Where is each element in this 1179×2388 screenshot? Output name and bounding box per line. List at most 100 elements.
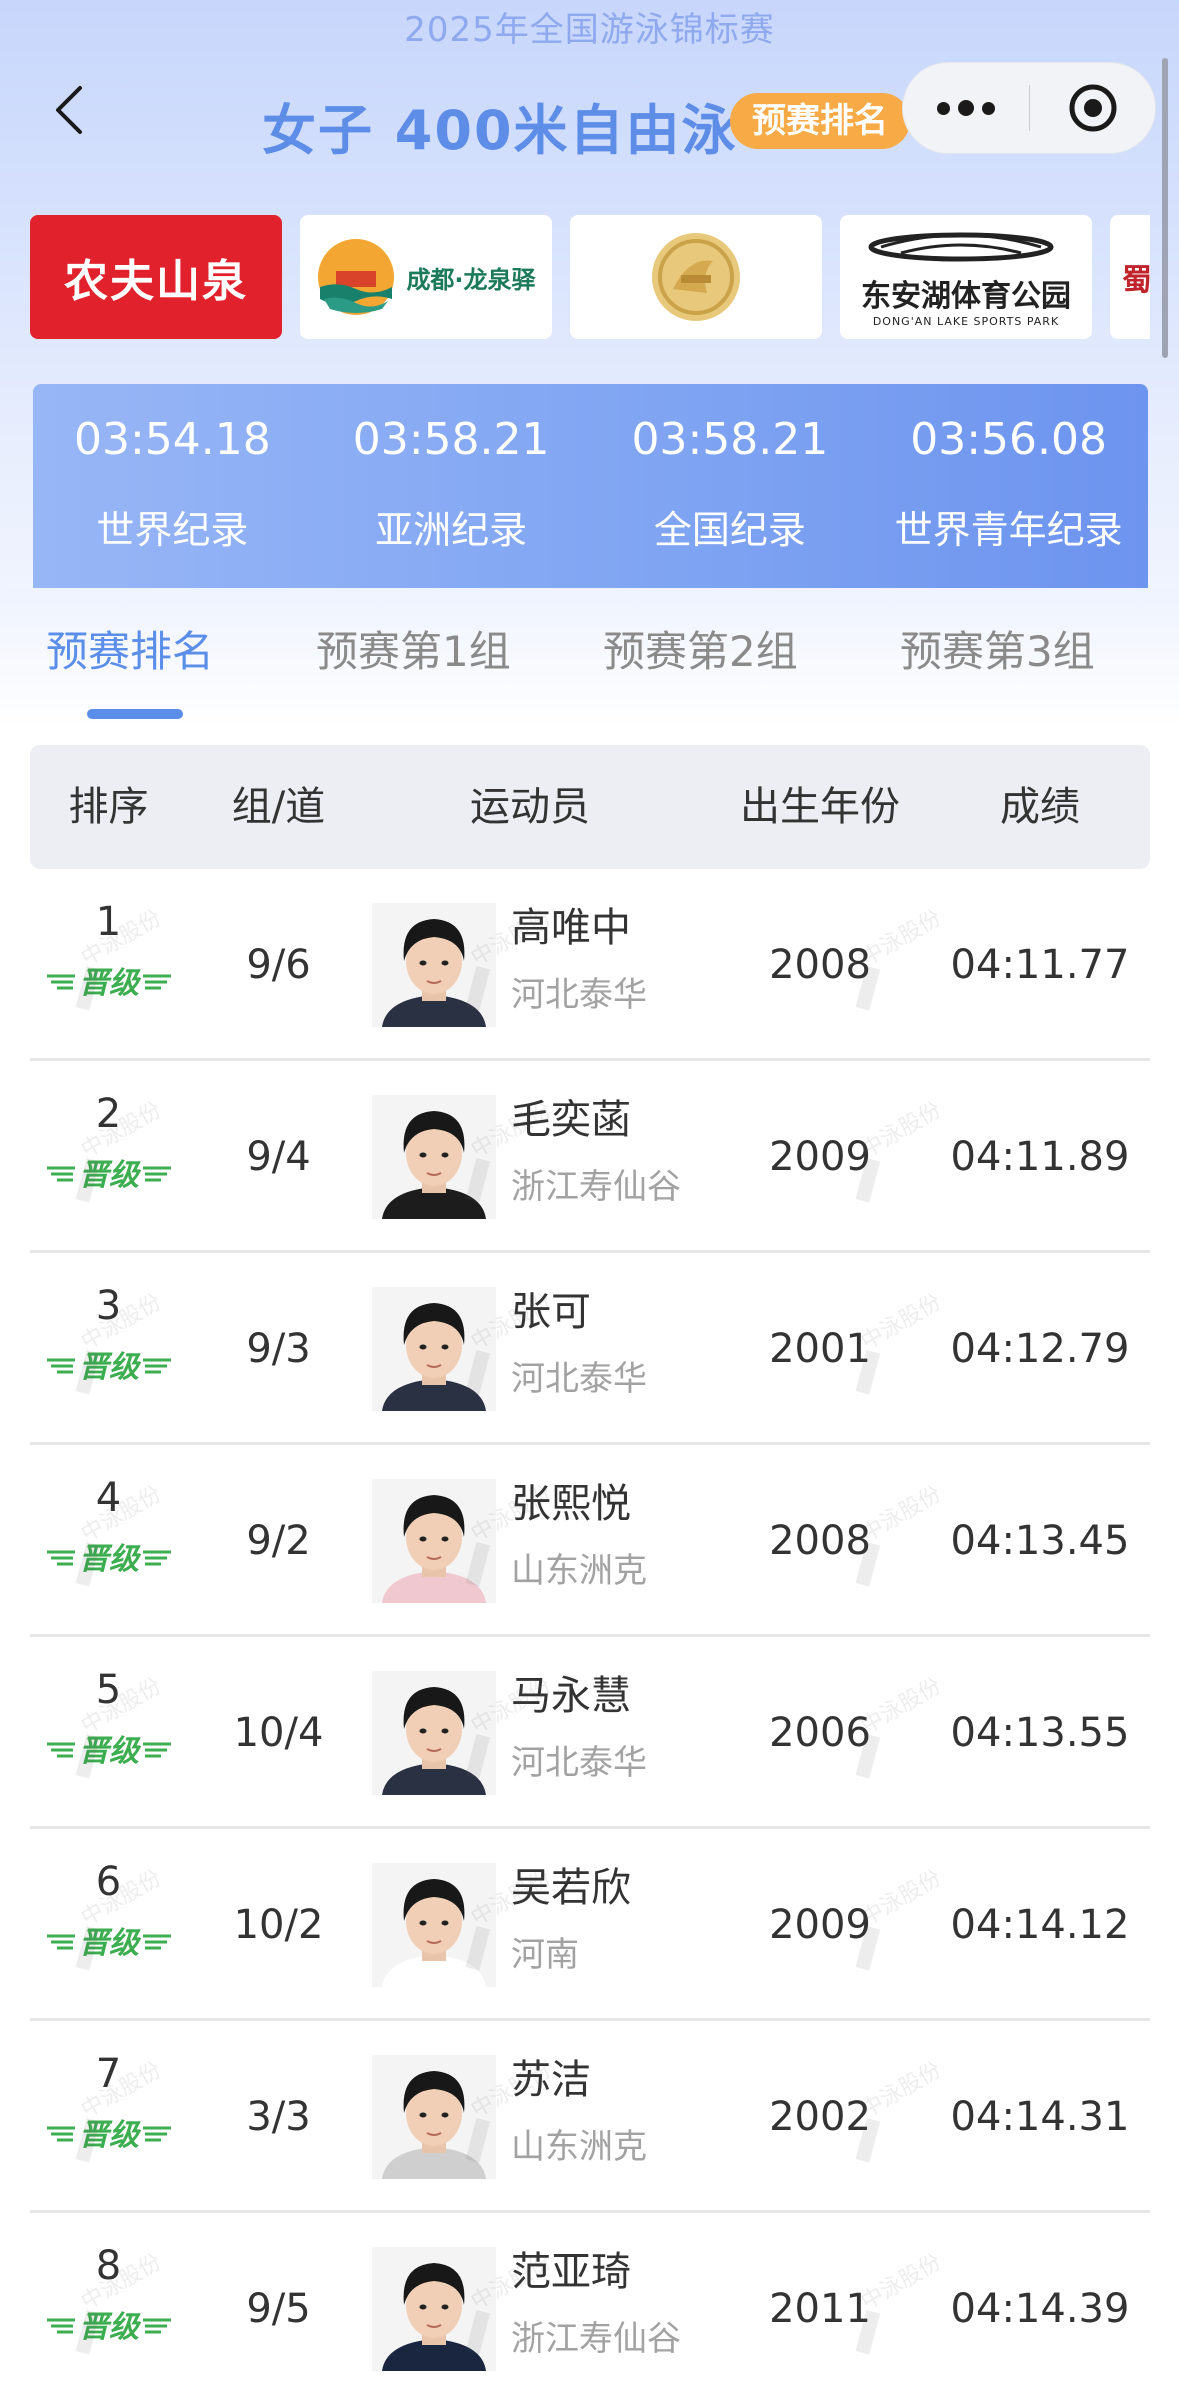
athlete-name: 范亚琦	[511, 2249, 631, 2295]
sponsor-strip[interactable]: 农夫山泉 成都·龙泉驿 东安湖体育公园 DONG'AN LAKE SPORTS …	[30, 215, 1150, 339]
athlete-photo[interactable]	[372, 1095, 496, 1219]
rank-number: 7	[95, 2051, 122, 2097]
heat-lane: 9/4	[246, 1134, 311, 1180]
sponsor-name: 蜀	[1122, 263, 1150, 298]
athlete-name: 高唯中	[511, 905, 631, 951]
result-time: 04:11.89	[950, 1134, 1130, 1180]
sponsor-name: 东安湖体育公园	[861, 278, 1071, 314]
athlete-portrait	[372, 1671, 496, 1795]
athlete-name: 苏洁	[511, 2057, 591, 2103]
athlete-team: 河北泰华	[511, 1359, 647, 1399]
target-circle-icon	[1069, 84, 1116, 132]
svg-text:晋级: 晋级	[79, 1926, 142, 1961]
qualified-badge: 晋级	[47, 1350, 171, 1385]
table-row[interactable]: 1 晋级 9/6 高唯中 河北泰华 2008 04:11.77 中泳股份 中泳股…	[30, 869, 1150, 1061]
sponsor-name: 成都·龙泉驿	[406, 265, 536, 294]
sponsor-card[interactable]: 农夫山泉	[30, 215, 282, 339]
svg-text:晋级: 晋级	[79, 2310, 142, 2345]
table-row[interactable]: 2 晋级 9/4 毛奕菡 浙江寿仙谷 2009 04:11.89 中泳股份 中泳…	[30, 1061, 1150, 1253]
athlete-photo[interactable]	[372, 903, 496, 1027]
event-name: 2025年全国游泳锦标赛	[404, 10, 775, 50]
record-label: 世界纪录	[96, 508, 249, 552]
results-panel: 预赛排名 预赛第1组 预赛第2组 预赛第3组 排序 组/道 运动员 出生年份 成…	[0, 588, 1179, 2388]
result-time: 04:14.12	[950, 1902, 1130, 1948]
birth-year: 2008	[769, 1518, 871, 1564]
record-national: 03:58.21 全国纪录	[591, 384, 870, 588]
heat-lane: 10/2	[233, 1902, 324, 1948]
athlete-photo[interactable]	[372, 1671, 496, 1795]
miniprogram-capsule	[902, 62, 1156, 154]
athlete-team: 河北泰华	[511, 975, 647, 1015]
back-button[interactable]	[44, 80, 94, 140]
athlete-photo[interactable]	[372, 1479, 496, 1603]
result-time: 04:13.45	[950, 1518, 1130, 1564]
record-time: 03:58.21	[352, 414, 550, 465]
sponsor-subtitle: DONG'AN LAKE SPORTS PARK	[872, 314, 1060, 328]
more-dot-right	[982, 101, 995, 115]
sponsor-card[interactable]: 东安湖体育公园 DONG'AN LAKE SPORTS PARK	[840, 215, 1092, 339]
athlete-portrait	[372, 1287, 496, 1411]
athlete-name: 马永慧	[511, 1673, 631, 1719]
svg-text:晋级: 晋级	[79, 1350, 142, 1385]
athlete-portrait	[372, 1479, 496, 1603]
sponsor-card[interactable]: 蜀	[1110, 215, 1150, 339]
table-row[interactable]: 4 晋级 9/2 张熙悦 山东洲克 2008 04:13.45 中泳股份 中泳股…	[30, 1445, 1150, 1637]
record-time: 03:56.08	[910, 414, 1108, 465]
sponsor-card[interactable]: 成都·龙泉驿	[300, 215, 552, 339]
table-row[interactable]: 8 晋级 9/5 范亚琦 浙江寿仙谷 2011 04:14.39 中泳股份 中泳…	[30, 2213, 1150, 2388]
svg-text:晋级: 晋级	[79, 1158, 142, 1193]
qualified-badge: 晋级	[47, 1542, 171, 1577]
athlete-photo[interactable]	[372, 1287, 496, 1411]
athlete-team: 山东洲克	[511, 1551, 647, 1591]
athlete-portrait	[372, 2247, 496, 2371]
result-time: 04:12.79	[950, 1326, 1130, 1372]
sponsor-name: 农夫山泉	[64, 256, 248, 307]
qualified-badge: 晋级	[47, 1734, 171, 1769]
close-miniprogram-button[interactable]	[1030, 63, 1155, 153]
qualified-badge: 晋级	[47, 1926, 171, 1961]
athlete-name: 吴若欣	[511, 1865, 631, 1911]
qualified-badge: 晋级	[47, 2118, 171, 2153]
table-row[interactable]: 5 晋级 10/4 马永慧 河北泰华 2006 04:13.55 中泳股份 中泳…	[30, 1637, 1150, 1829]
table-row[interactable]: 7 晋级 3/3 苏洁 山东洲克 2002 04:14.31 中泳股份 中泳股份…	[30, 2021, 1150, 2213]
rank-number: 4	[95, 1475, 122, 1521]
qualified-badge: 晋级	[47, 1158, 171, 1193]
athlete-photo[interactable]	[372, 1863, 496, 1987]
svg-text:晋级: 晋级	[79, 966, 142, 1001]
tab-heat-1[interactable]: 预赛第1组	[316, 618, 511, 679]
table-row[interactable]: 3 晋级 9/3 张可 河北泰华 2001 04:12.79 中泳股份 中泳股份…	[30, 1253, 1150, 1445]
birth-year: 2006	[769, 1710, 871, 1756]
records-panel: 03:54.18 世界纪录 03:58.21 亚洲纪录 03:58.21 全国纪…	[33, 384, 1148, 588]
rank-number: 8	[95, 2243, 122, 2289]
tab-heats-ranking[interactable]: 预赛排名	[46, 618, 214, 679]
tab-heat-2[interactable]: 预赛第2组	[603, 618, 798, 679]
rank-number: 3	[95, 1283, 122, 1329]
record-label: 世界青年纪录	[894, 508, 1123, 552]
more-button[interactable]	[903, 63, 1029, 153]
sponsor-logo-icon	[318, 239, 395, 315]
sponsor-card[interactable]	[570, 215, 822, 339]
record-time: 03:54.18	[73, 414, 271, 465]
rank-number: 1	[95, 899, 122, 945]
athlete-name: 张可	[511, 1289, 591, 1335]
table-row[interactable]: 6 晋级 10/2 吴若欣 河南 2009 04:14.12 中泳股份 中泳股份…	[30, 1829, 1150, 2021]
qualified-badge: 晋级	[47, 2310, 171, 2345]
heat-lane: 9/5	[246, 2286, 311, 2332]
scrollbar[interactable]	[1162, 58, 1168, 358]
column-header-athlete: 运动员	[470, 784, 590, 830]
birth-year: 2011	[769, 2286, 871, 2332]
heat-lane: 9/3	[246, 1326, 311, 1372]
record-world: 03:54.18 世界纪录	[33, 384, 312, 588]
athlete-team: 河北泰华	[511, 1743, 647, 1783]
athlete-portrait	[372, 1095, 496, 1219]
athlete-photo[interactable]	[372, 2247, 496, 2371]
tab-heat-3[interactable]: 预赛第3组	[900, 618, 1095, 679]
athlete-photo[interactable]	[372, 2055, 496, 2179]
page-title: 女子 400米自由泳	[262, 99, 738, 162]
heat-lane: 9/2	[246, 1518, 311, 1564]
chevron-left-icon	[56, 86, 82, 134]
athlete-portrait	[372, 903, 496, 1027]
result-time: 04:13.55	[950, 1710, 1130, 1756]
birth-year: 2008	[769, 942, 871, 988]
active-tab-indicator	[87, 709, 183, 719]
